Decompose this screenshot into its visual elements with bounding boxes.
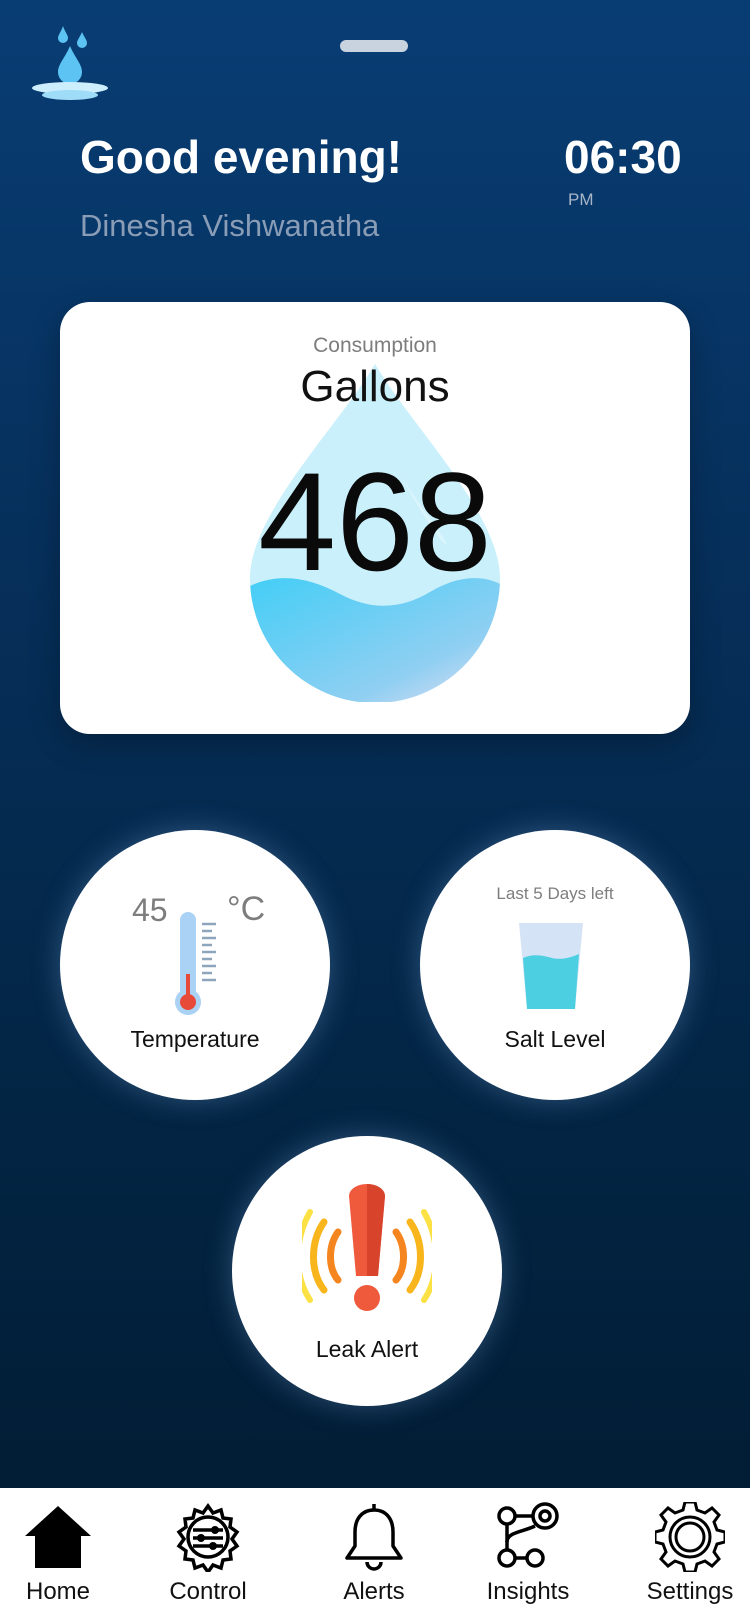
nav-item-insights[interactable]: Insights bbox=[468, 1502, 588, 1606]
nav-label-control: Control bbox=[169, 1578, 247, 1605]
drag-handle[interactable] bbox=[340, 40, 408, 52]
gear-icon bbox=[655, 1502, 725, 1572]
salt-level-label: Salt Level bbox=[504, 1026, 606, 1052]
consumption-card[interactable]: Consumption Gallons 468 bbox=[60, 302, 690, 734]
water-drop-splash-icon bbox=[32, 26, 108, 100]
clock-time: 06:30 bbox=[564, 131, 682, 183]
leak-alert-widget[interactable]: Leak Alert bbox=[232, 1136, 502, 1406]
consumption-unit: Gallons bbox=[300, 362, 450, 411]
nav-label-settings: Settings bbox=[646, 1578, 734, 1605]
glass-icon bbox=[519, 923, 583, 1009]
nav-label-insights: Insights bbox=[486, 1578, 570, 1605]
nav-item-settings[interactable]: Settings bbox=[630, 1502, 750, 1606]
consumption-label: Consumption bbox=[313, 334, 437, 357]
nav-label-home: Home bbox=[25, 1578, 91, 1605]
exclamation-alarm-icon bbox=[302, 1184, 432, 1311]
temperature-label: Temperature bbox=[130, 1026, 260, 1052]
leak-alert-label: Leak Alert bbox=[315, 1336, 419, 1362]
temperature-value: 45 bbox=[132, 892, 168, 928]
clock-ampm: PM bbox=[568, 190, 594, 209]
home-icon bbox=[25, 1506, 91, 1568]
consumption-value: 468 bbox=[258, 443, 492, 600]
bell-icon bbox=[345, 1504, 403, 1571]
greeting-title: Good evening! bbox=[80, 131, 402, 183]
nav-label-alerts: Alerts bbox=[343, 1578, 405, 1605]
nav-item-home[interactable]: Home bbox=[0, 1502, 118, 1606]
bottom-navigation: Home Control Alerts Insights Settings bbox=[0, 1488, 750, 1624]
nav-item-alerts[interactable]: Alerts bbox=[314, 1502, 434, 1606]
nav-item-control[interactable]: Control bbox=[148, 1502, 268, 1606]
control-gear-icon bbox=[176, 1502, 240, 1572]
user-name: Dinesha Vishwanatha bbox=[80, 208, 380, 243]
salt-level-hint: Last 5 Days left bbox=[496, 884, 614, 903]
temperature-widget[interactable]: 45 °C Temperature bbox=[60, 830, 330, 1100]
salt-level-widget[interactable]: Last 5 Days left Salt Level bbox=[420, 830, 690, 1100]
temperature-unit: °C bbox=[227, 890, 266, 928]
thermometer-icon bbox=[175, 912, 216, 1015]
insights-icon bbox=[497, 1502, 559, 1568]
